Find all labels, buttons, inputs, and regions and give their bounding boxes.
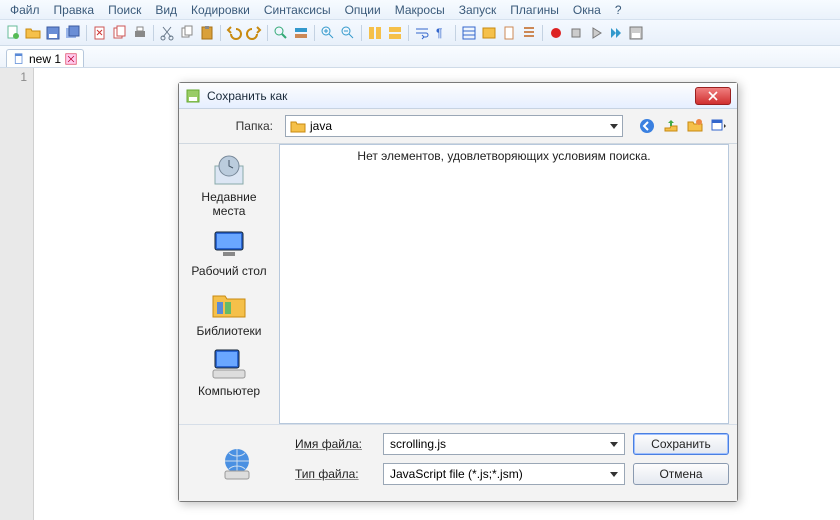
menu-view[interactable]: Вид — [149, 1, 183, 19]
tab-label: new 1 — [29, 52, 61, 66]
file-list[interactable]: Нет элементов, удовлетворяющих условиям … — [279, 144, 729, 424]
folder-value: java — [310, 119, 332, 133]
tab-close-icon[interactable] — [65, 53, 77, 65]
folder-as-workspace-icon[interactable] — [480, 24, 498, 42]
dialog-bottom: Имя файла: scrolling.js Тип файла: JavaS… — [179, 424, 737, 501]
svg-text:¶: ¶ — [436, 26, 442, 40]
places-recent-label: Недавние места — [184, 190, 274, 218]
places-computer[interactable]: Компьютер — [184, 346, 274, 398]
zoom-out-icon[interactable] — [339, 24, 357, 42]
dialog-body: Недавние места Рабочий стол Библиотеки К… — [179, 143, 737, 424]
menu-search[interactable]: Поиск — [102, 1, 147, 19]
wordwrap-icon[interactable] — [413, 24, 431, 42]
menu-edit[interactable]: Правка — [48, 1, 101, 19]
folder-combo[interactable]: java — [285, 115, 623, 137]
zoom-in-icon[interactable] — [319, 24, 337, 42]
nav-newfolder-button[interactable] — [685, 116, 705, 136]
tab-bar: new 1 — [0, 46, 840, 68]
file-icon — [13, 53, 25, 65]
save-all-icon[interactable] — [64, 24, 82, 42]
filename-value: scrolling.js — [390, 437, 446, 451]
copy-icon[interactable] — [178, 24, 196, 42]
sync-v-icon[interactable] — [366, 24, 384, 42]
tab-new1[interactable]: new 1 — [6, 49, 84, 67]
empty-message: Нет элементов, удовлетворяющих условиям … — [357, 149, 650, 163]
print-icon[interactable] — [131, 24, 149, 42]
dialog-titlebar: Сохранить как — [179, 83, 737, 109]
menu-syntax[interactable]: Синтаксисы — [258, 1, 337, 19]
save-as-dialog: Сохранить как Папка: java Недавние места — [178, 82, 738, 502]
menu-options[interactable]: Опции — [339, 1, 387, 19]
paste-icon[interactable] — [198, 24, 216, 42]
folder-label: Папка: — [179, 119, 279, 133]
filetype-combo[interactable]: JavaScript file (*.js;*.jsm) — [383, 463, 625, 485]
func-list-icon[interactable] — [520, 24, 538, 42]
replace-icon[interactable] — [292, 24, 310, 42]
find-icon[interactable] — [272, 24, 290, 42]
stop-macro-icon[interactable] — [567, 24, 585, 42]
line-number: 1 — [0, 70, 27, 84]
cut-icon[interactable] — [158, 24, 176, 42]
filename-label: Имя файла: — [295, 437, 375, 451]
places-bar: Недавние места Рабочий стол Библиотеки К… — [179, 144, 279, 424]
chevron-down-icon — [610, 472, 618, 477]
filetype-label: Тип файла: — [295, 467, 375, 481]
indent-guide-icon[interactable] — [460, 24, 478, 42]
computer-icon — [209, 346, 249, 382]
menu-windows[interactable]: Окна — [567, 1, 607, 19]
menu-file[interactable]: Файл — [4, 1, 46, 19]
folder-row: Папка: java — [179, 109, 737, 143]
places-libraries-label: Библиотеки — [196, 324, 261, 338]
libraries-icon — [209, 286, 249, 322]
new-file-icon[interactable] — [4, 24, 22, 42]
chevron-down-icon — [610, 124, 618, 129]
nav-viewmenu-button[interactable] — [709, 116, 729, 136]
save-macro-icon[interactable] — [627, 24, 645, 42]
play-macro-icon[interactable] — [587, 24, 605, 42]
dialog-icon — [185, 88, 201, 104]
dialog-close-button[interactable] — [695, 87, 731, 105]
all-chars-icon[interactable]: ¶ — [433, 24, 451, 42]
save-button[interactable]: Сохранить — [633, 433, 729, 455]
nav-back-button[interactable] — [637, 116, 657, 136]
folder-icon — [290, 119, 306, 133]
redo-icon[interactable] — [245, 24, 263, 42]
sync-h-icon[interactable] — [386, 24, 404, 42]
network-icon — [217, 443, 257, 483]
places-recent[interactable]: Недавние места — [184, 152, 274, 218]
undo-icon[interactable] — [225, 24, 243, 42]
menu-encoding[interactable]: Кодировки — [185, 1, 256, 19]
dialog-title: Сохранить как — [203, 89, 695, 103]
toolbar: ¶ — [0, 20, 840, 46]
open-file-icon[interactable] — [24, 24, 42, 42]
close-all-icon[interactable] — [111, 24, 129, 42]
doc-map-icon[interactable] — [500, 24, 518, 42]
line-gutter: 1 — [0, 68, 34, 520]
close-icon[interactable] — [91, 24, 109, 42]
menu-plugins[interactable]: Плагины — [504, 1, 565, 19]
save-icon[interactable] — [44, 24, 62, 42]
play-multi-icon[interactable] — [607, 24, 625, 42]
places-desktop-label: Рабочий стол — [191, 264, 266, 278]
nav-up-button[interactable] — [661, 116, 681, 136]
menu-macros[interactable]: Макросы — [389, 1, 451, 19]
filetype-value: JavaScript file (*.js;*.jsm) — [390, 467, 523, 481]
close-icon — [707, 91, 719, 101]
desktop-icon — [209, 226, 249, 262]
record-macro-icon[interactable] — [547, 24, 565, 42]
menu-run[interactable]: Запуск — [453, 1, 503, 19]
cancel-button[interactable]: Отмена — [633, 463, 729, 485]
places-libraries[interactable]: Библиотеки — [184, 286, 274, 338]
filename-input[interactable]: scrolling.js — [383, 433, 625, 455]
menu-help[interactable]: ? — [609, 1, 628, 19]
places-desktop[interactable]: Рабочий стол — [184, 226, 274, 278]
recent-places-icon — [209, 152, 249, 188]
chevron-down-icon — [610, 442, 618, 447]
menubar: Файл Правка Поиск Вид Кодировки Синтакси… — [0, 0, 840, 20]
places-computer-label: Компьютер — [198, 384, 260, 398]
